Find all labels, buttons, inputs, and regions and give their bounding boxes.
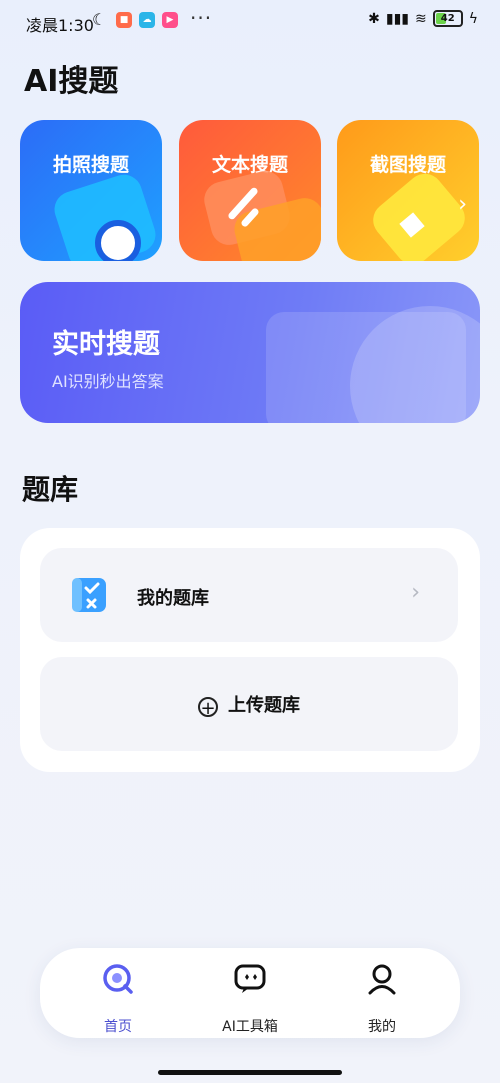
home-search-icon (103, 964, 133, 994)
tab-home[interactable]: 首页 (58, 962, 178, 1036)
ai-chat-icon (234, 964, 266, 993)
signal-icon: ▮▮▮ (385, 10, 410, 27)
user-icon (368, 964, 396, 995)
realtime-subtitle: AI识别秒出答案 (52, 372, 164, 391)
plus-circle-icon: + (198, 697, 218, 718)
text-search-label: 文本搜题 (211, 154, 288, 176)
moon-icon: ☾ (92, 10, 107, 29)
status-bar: 凌晨1:30 ☾ ■ ☁ ▶ ··· ✱ ▮▮▮ ≋ 42 ϟ (0, 0, 500, 44)
page-title: AI搜题 (24, 64, 119, 99)
tab-mine-label: 我的 (368, 1019, 396, 1035)
camera-lens-icon (95, 220, 141, 261)
tab-home-label: 首页 (104, 1019, 132, 1035)
question-bank-title: 题库 (22, 473, 79, 506)
notification-video-icon: ▶ (162, 12, 178, 28)
photo-search-label: 拍照搜题 (52, 154, 129, 176)
text-search-card[interactable]: 文本搜题 (179, 120, 321, 261)
my-question-bank-label: 我的题库 (137, 588, 209, 609)
tab-ai-toolbox[interactable]: AI工具箱 (190, 962, 310, 1036)
realtime-title: 实时搜题 (52, 329, 160, 360)
upload-content: + 上传题库 (40, 691, 458, 718)
status-time: 凌晨1:30 (26, 16, 94, 35)
screenshot-search-label: 截图搜题 (369, 154, 446, 176)
notification-app-icon: ■ (116, 12, 132, 28)
charging-icon: ϟ (468, 10, 478, 27)
more-notifications-icon: ··· (190, 6, 213, 30)
tab-mine[interactable]: 我的 (322, 962, 442, 1036)
photo-search-card[interactable]: 拍照搜题 (20, 120, 162, 261)
wifi-icon: ≋ (415, 10, 427, 27)
upload-label: 上传题库 (228, 695, 300, 716)
notification-cloud-icon: ☁ (139, 12, 155, 28)
question-bank-icon (72, 578, 106, 612)
chevron-right-icon: › (458, 192, 467, 217)
battery-icon: 42 (432, 10, 463, 27)
chevron-right-icon: › (411, 580, 420, 605)
screenshot-search-card[interactable]: 截图搜题 › (337, 120, 479, 261)
my-question-bank-item[interactable]: 我的题库 › (40, 548, 458, 642)
bottom-tab-bar: 首页 AI工具箱 我的 (40, 948, 460, 1038)
upload-question-bank-button[interactable]: + 上传题库 (40, 657, 458, 751)
battery-level: 42 (440, 13, 455, 24)
realtime-search-banner[interactable]: 实时搜题 AI识别秒出答案 (20, 282, 480, 423)
screenshot-icon (365, 166, 473, 261)
question-bank-panel: 我的题库 › + 上传题库 (20, 528, 480, 772)
tab-ai-toolbox-label: AI工具箱 (222, 1019, 278, 1035)
bluetooth-icon: ✱ (368, 10, 380, 27)
home-indicator (158, 1070, 342, 1075)
status-icons: ✱ ▮▮▮ ≋ 42 ϟ (368, 10, 478, 27)
